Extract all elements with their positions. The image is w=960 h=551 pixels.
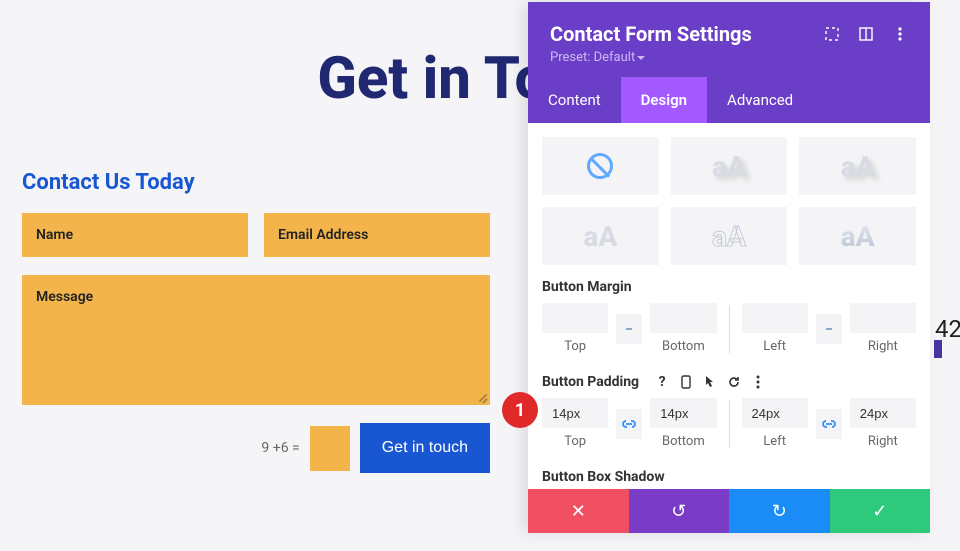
margin-top-lbl: Top bbox=[542, 339, 608, 354]
padding-top-lbl: Top bbox=[542, 434, 608, 449]
padding-bottom-input[interactable] bbox=[650, 398, 716, 428]
panel-header: Contact Form Settings Preset: Default bbox=[528, 2, 930, 77]
text-style-outline[interactable]: aA bbox=[671, 207, 788, 265]
padding-right-input[interactable] bbox=[850, 398, 916, 428]
annotation-marker-1: 1 bbox=[502, 392, 538, 428]
link-padding-lr-icon[interactable] bbox=[816, 409, 842, 439]
margin-left-input[interactable] bbox=[742, 303, 808, 333]
padding-left-lbl: Left bbox=[742, 434, 808, 449]
aA-icon: aA bbox=[712, 220, 746, 253]
message-placeholder: Message bbox=[36, 289, 93, 305]
margin-bottom-lbl: Bottom bbox=[650, 339, 716, 354]
padding-left-input[interactable] bbox=[742, 398, 808, 428]
columns-icon[interactable] bbox=[858, 26, 874, 42]
undo-button[interactable]: ↺ bbox=[629, 489, 730, 533]
margin-left-lbl: Left bbox=[742, 339, 808, 354]
aA-icon: aA bbox=[712, 150, 746, 183]
save-button[interactable]: ✓ bbox=[830, 489, 931, 533]
resize-handle-icon[interactable] bbox=[476, 391, 488, 403]
expand-icon[interactable] bbox=[824, 26, 840, 42]
panel-title: Contact Form Settings bbox=[550, 22, 752, 46]
button-margin-label: Button Margin bbox=[542, 279, 916, 295]
padding-top-input[interactable] bbox=[542, 398, 608, 428]
message-field[interactable]: Message bbox=[22, 275, 490, 405]
tab-content[interactable]: Content bbox=[528, 77, 621, 123]
kebab-icon[interactable] bbox=[751, 375, 765, 389]
text-style-none[interactable] bbox=[542, 137, 659, 195]
link-margin-tb-icon[interactable] bbox=[616, 314, 642, 344]
scroll-indicator bbox=[934, 340, 942, 358]
captcha-input[interactable] bbox=[310, 426, 350, 471]
aA-icon: aA bbox=[841, 220, 875, 253]
button-boxshadow-label: Button Box Shadow bbox=[542, 469, 916, 485]
contact-form: Contact Us Today Name Email Address Mess… bbox=[22, 170, 490, 473]
close-button[interactable]: ✕ bbox=[528, 489, 629, 533]
divider bbox=[729, 305, 730, 353]
margin-top-input[interactable] bbox=[542, 303, 608, 333]
none-icon bbox=[587, 153, 613, 179]
tab-advanced[interactable]: Advanced bbox=[707, 77, 813, 123]
preset-text: Preset: Default bbox=[550, 50, 635, 65]
button-padding-label: Button Padding bbox=[542, 374, 639, 390]
text-style-grad[interactable]: aA bbox=[799, 207, 916, 265]
padding-bottom-lbl: Bottom bbox=[650, 434, 716, 449]
text-style-plain[interactable]: aA bbox=[542, 207, 659, 265]
link-margin-lr-icon[interactable] bbox=[816, 314, 842, 344]
chevron-down-icon bbox=[637, 56, 645, 60]
settings-panel: Contact Form Settings Preset: Default Co… bbox=[528, 2, 930, 533]
captcha-text: 9 +6 = bbox=[261, 440, 299, 456]
preset-label[interactable]: Preset: Default bbox=[550, 50, 908, 77]
padding-right-lbl: Right bbox=[850, 434, 916, 449]
email-field[interactable]: Email Address bbox=[264, 213, 490, 257]
aA-icon: aA bbox=[841, 150, 875, 183]
text-style-shadow2[interactable]: aA bbox=[799, 137, 916, 195]
contact-heading: Contact Us Today bbox=[22, 170, 490, 195]
tab-design[interactable]: Design bbox=[621, 77, 707, 123]
device-phone-icon[interactable] bbox=[679, 375, 693, 389]
panel-body: aA aA aA aA aA Button Margin Top Bottom … bbox=[528, 123, 930, 489]
kebab-icon[interactable] bbox=[892, 26, 908, 42]
help-icon[interactable]: ? bbox=[655, 375, 669, 389]
divider bbox=[729, 400, 730, 448]
link-padding-tb-icon[interactable] bbox=[616, 409, 642, 439]
name-field[interactable]: Name bbox=[22, 213, 248, 257]
redo-button[interactable]: ↻ bbox=[729, 489, 830, 533]
aA-icon: aA bbox=[583, 220, 617, 253]
text-style-shadow[interactable]: aA bbox=[671, 137, 788, 195]
margin-right-lbl: Right bbox=[850, 339, 916, 354]
margin-bottom-input[interactable] bbox=[650, 303, 716, 333]
submit-button[interactable]: Get in touch bbox=[360, 423, 490, 473]
offscreen-number: 42 bbox=[935, 315, 960, 343]
margin-right-input[interactable] bbox=[850, 303, 916, 333]
reset-icon[interactable] bbox=[727, 375, 741, 389]
tabs: Content Design Advanced bbox=[528, 77, 930, 123]
panel-footer: ✕ ↺ ↻ ✓ bbox=[528, 489, 930, 533]
hover-cursor-icon[interactable] bbox=[703, 375, 717, 389]
